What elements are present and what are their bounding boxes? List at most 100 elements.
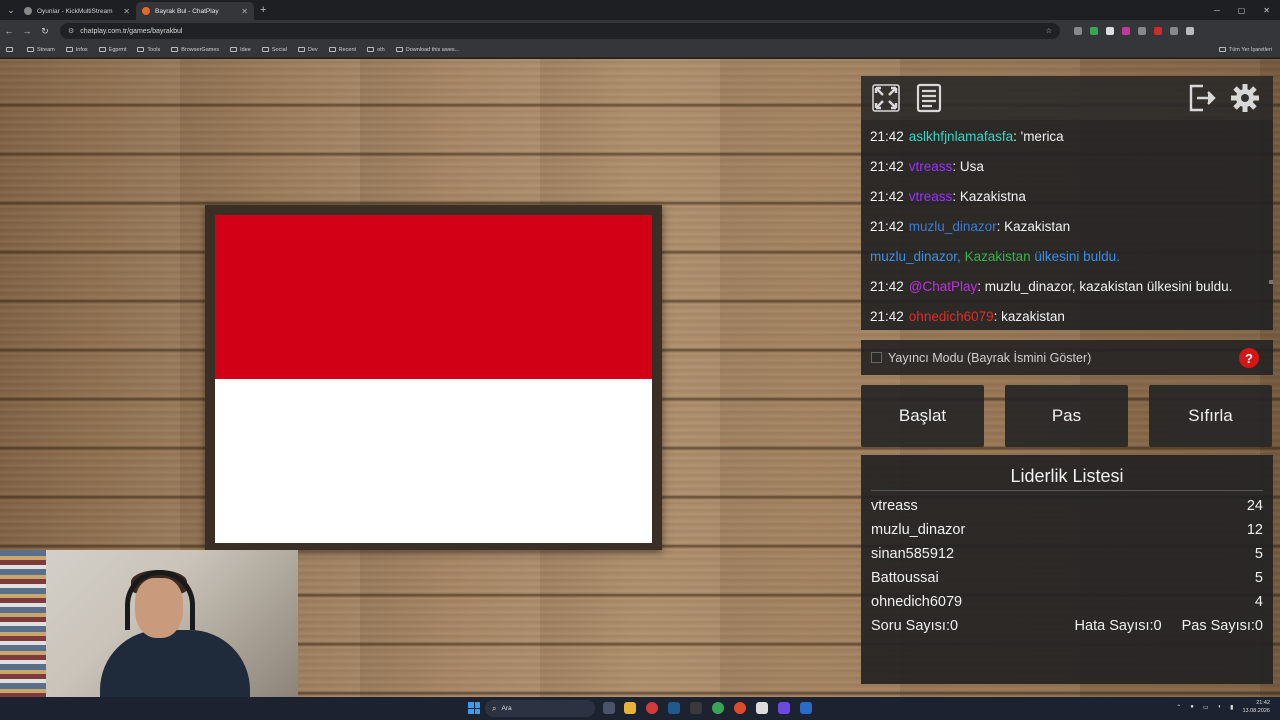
bookmark-link[interactable]: Download this awes... (395, 47, 459, 53)
bookmark-folder[interactable]: BrowserGames (171, 47, 219, 53)
tab-search-icon[interactable]: ⌄ (4, 3, 18, 17)
tab-kickmultistream[interactable]: Oyunlar - KickMultiStream ✕ (18, 2, 136, 20)
chat-username[interactable]: vtreass (909, 189, 953, 204)
extension-icon[interactable] (1090, 27, 1098, 35)
close-window-icon[interactable]: ✕ (1263, 6, 1270, 15)
maximize-icon[interactable]: ▢ (1238, 6, 1246, 15)
extension-icon[interactable] (1074, 27, 1082, 35)
apps-icon (6, 47, 13, 52)
bookmark-folder[interactable]: Egprmt (98, 47, 126, 53)
profile-avatar-icon[interactable] (1186, 27, 1194, 35)
leaderboard: Liderlik Listesi vtreass 24 muzlu_dinazor… (861, 455, 1273, 684)
bookmark-star-icon[interactable]: ☆ (1046, 27, 1052, 35)
logout-icon[interactable] (1186, 82, 1218, 114)
close-tab-icon[interactable]: ✕ (241, 7, 248, 16)
bookmark-folder[interactable]: Infos (65, 47, 88, 53)
chat-username[interactable]: aslkhfjnlamafasfa (909, 129, 1013, 144)
app-icon[interactable] (756, 702, 768, 714)
reset-button[interactable]: Sıfırla (1149, 385, 1272, 447)
new-tab-icon[interactable]: + (260, 4, 266, 16)
chat-username[interactable]: vtreass (909, 159, 953, 174)
folder-icon (261, 47, 269, 52)
player-name: muzlu_dinazor (871, 522, 966, 538)
all-bookmarks[interactable]: Tüm Yer İşaretleri (1218, 47, 1272, 53)
close-tab-icon[interactable]: ✕ (123, 7, 130, 16)
bookmark-folder[interactable]: Tools (137, 47, 160, 53)
chat-text: : kazakistan (993, 309, 1065, 324)
chat-username[interactable]: ohnedich6079 (909, 309, 994, 324)
chat-username[interactable]: @ChatPlay (909, 279, 977, 294)
folder-icon (297, 47, 305, 52)
reload-icon[interactable]: ↻ (36, 26, 54, 37)
chat-username[interactable]: muzlu_dinazor (909, 219, 997, 234)
start-button[interactable]: Başlat (861, 385, 984, 447)
forward-icon[interactable]: → (18, 26, 36, 36)
microphone-icon[interactable]: ● (1190, 704, 1194, 710)
taskbar-search[interactable]: ⌕ Ara (485, 700, 595, 717)
battery-icon[interactable]: ▮ (1230, 704, 1233, 711)
app-icon[interactable] (690, 702, 702, 714)
folder-icon (367, 47, 375, 52)
chat-username: muzlu_dinazor, (870, 249, 961, 264)
side-panel: 21:42 aslkhfjnlamafasfa: 'merica 21:42 vtre… (861, 76, 1273, 684)
bookmark-label: Dev (307, 46, 318, 53)
bookmark-folder[interactable]: Social (261, 46, 287, 53)
file-explorer-icon[interactable] (624, 702, 636, 714)
back-icon[interactable]: ← (0, 26, 18, 36)
network-icon[interactable]: ▭ (1203, 704, 1209, 711)
streamer-mode-checkbox[interactable] (871, 352, 882, 363)
error-count: Hata Sayısı:0 (1074, 618, 1162, 634)
tab-bayrak-bul[interactable]: Bayrak Bul - ChatPlay ✕ (136, 2, 254, 20)
extension-icon[interactable] (1154, 27, 1162, 35)
chat-text: : muzlu_dinazor, kazakistan ülkesini bul… (977, 279, 1233, 294)
chat-system-message: muzlu_dinazor, Kazakistan ülkesini buldu… (870, 242, 1264, 272)
player-score: 12 (1246, 522, 1263, 538)
extension-icon[interactable] (1122, 27, 1130, 35)
bookmark-folder[interactable]: Dev (297, 46, 318, 53)
browser-toolbar: ← → ↻ ⚙ chatplay.com.tr/games/bayrakbul … (0, 20, 1280, 42)
task-view-icon[interactable] (603, 702, 615, 714)
leaderboard-row: ohnedich6079 4 (871, 590, 1263, 614)
extension-icon[interactable] (1170, 27, 1178, 35)
leaderboard-row: muzlu_dinazor 12 (871, 518, 1263, 542)
pass-button[interactable]: Pas (1005, 385, 1128, 447)
volume-icon[interactable]: ◖ (1218, 704, 1222, 710)
chat-timestamp: 21:42 (870, 129, 904, 144)
chrome-icon[interactable] (734, 702, 746, 714)
clock[interactable]: 21:42 13.08.2026 (1242, 699, 1270, 715)
bookmark-label: Social (271, 46, 287, 53)
bookmark-folder[interactable]: oth (367, 47, 385, 53)
flag-stripe-bottom (215, 379, 652, 543)
bookmark-folder[interactable]: Stream (27, 47, 55, 53)
opera-icon[interactable] (646, 702, 658, 714)
panel-toolbar (861, 76, 1273, 120)
bookmark-apps[interactable] (6, 47, 16, 52)
bookmark-folder[interactable]: Idee (230, 47, 251, 53)
chat-scrollbar[interactable] (1269, 280, 1273, 284)
help-button[interactable]: ? (1239, 348, 1259, 368)
app-icon[interactable] (712, 702, 724, 714)
address-bar[interactable]: ⚙ chatplay.com.tr/games/bayrakbul ☆ (60, 23, 1060, 39)
chat-text: : Usa (952, 159, 984, 174)
extension-icon[interactable] (1138, 27, 1146, 35)
bookmark-folder[interactable]: Recent (328, 47, 356, 53)
notes-icon[interactable] (913, 82, 945, 114)
chat-timestamp: 21:42 (870, 219, 904, 234)
fullscreen-icon[interactable] (870, 82, 902, 114)
chat-message: 21:42 muzlu_dinazor: Kazakistan (870, 212, 1264, 242)
extension-icon[interactable] (1106, 27, 1114, 35)
minimize-icon[interactable]: ─ (1214, 6, 1220, 15)
globe-icon (24, 7, 32, 15)
settings-gear-icon[interactable] (1229, 82, 1261, 114)
folder-icon (27, 47, 34, 52)
site-info-icon[interactable]: ⚙ (68, 27, 74, 35)
flag-image (215, 215, 652, 543)
steam-icon[interactable] (668, 702, 680, 714)
chat-message: 21:42 vtreass: Usa (870, 152, 1264, 182)
windows-start-icon[interactable] (468, 702, 480, 714)
bookmark-label: oth (377, 46, 385, 53)
steam-icon[interactable] (800, 702, 812, 714)
chat-message: 21:42 ohnedich6079: kazakistan (870, 302, 1264, 330)
chevron-up-icon[interactable]: ⌃ (1176, 704, 1181, 711)
discord-icon[interactable] (778, 702, 790, 714)
